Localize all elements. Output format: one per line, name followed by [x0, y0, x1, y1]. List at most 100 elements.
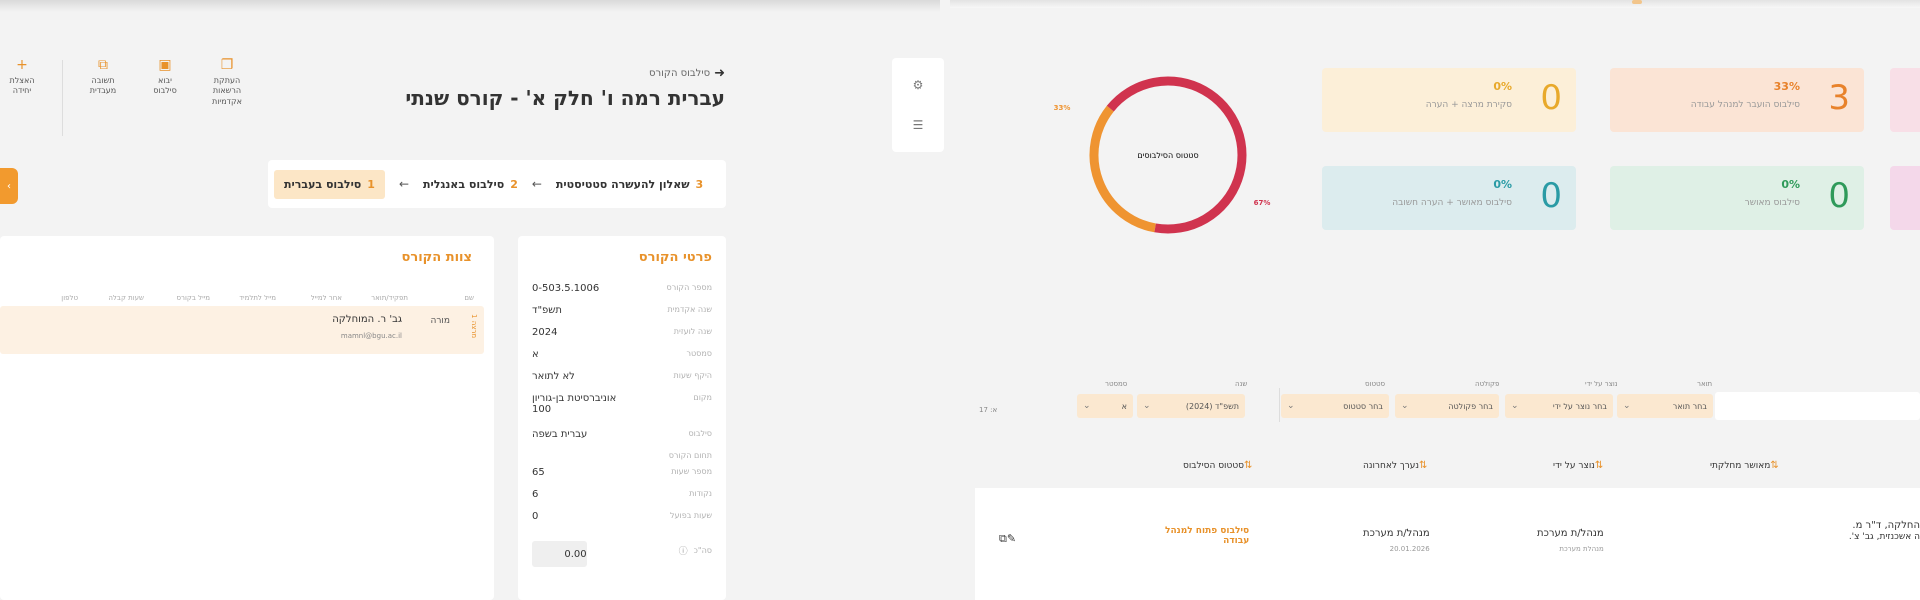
- syllabus-status-donut: סטטוס הסילבוסים 33% 67%: [1054, 76, 1271, 234]
- kpi-percent: 0%: [1781, 178, 1800, 191]
- course-details-title: פרטי הקורס: [638, 250, 712, 265]
- copy-icon: ⧉: [98, 57, 108, 73]
- chevron-down-icon: ⌄: [1287, 401, 1295, 411]
- last-edited-cell: מנהל/ת מערכת 20.01.2026: [1363, 528, 1430, 553]
- kpi-label: סקירת מרצה + הערה: [1425, 100, 1512, 110]
- member-name: גב' ר. המוחלקה: [332, 314, 402, 325]
- detail-row: היקף שעות לא לתואר: [532, 371, 712, 382]
- layers-icon: ❐: [220, 57, 234, 73]
- detail-row: שעות בפועל 0: [532, 511, 712, 522]
- side-tools-panel: ⚙ ☰: [892, 58, 944, 152]
- chevron-down-icon: ⌄: [1401, 401, 1409, 411]
- donut-slice-label: 67%: [1254, 199, 1271, 207]
- filter-status-select[interactable]: בחר סטטוס ⌄: [1281, 394, 1389, 418]
- detail-row: שנה אקדמית תשפ"ד: [532, 305, 712, 316]
- sum-field: 0.00: [532, 541, 587, 567]
- chevron-down-icon: ⌄: [1143, 401, 1151, 411]
- filter-divider: [1279, 388, 1280, 422]
- toolbar-divider: [62, 60, 63, 136]
- page-title: עברית רמה ו' חלק א' - קורס שנתי: [405, 86, 725, 110]
- filter-label: פקולטה: [1475, 380, 1500, 388]
- filters-bar: תואר בחר תואר ⌄ נוצר על ידי בחר נוצר על י…: [975, 380, 1920, 424]
- kpi-card-approved-note[interactable]: 0 0% סילבוס מאושר + הערה חשובה: [1322, 166, 1576, 230]
- sort-icon: ⇅: [1419, 460, 1428, 471]
- top-shadow-left: [0, 0, 940, 12]
- sum-row: סה"כ ⓘ 0.00: [532, 533, 712, 567]
- filter-degree-select[interactable]: בחר תואר ⌄: [1617, 394, 1713, 418]
- grid-icon: ▣: [158, 57, 172, 73]
- filter-created-by-select[interactable]: בחר נוצר על ידי ⌄: [1505, 394, 1613, 418]
- donut-slice: [1089, 105, 1156, 233]
- member-email: mamnl@bgu.ac.il: [340, 332, 402, 340]
- chevron-down-icon: ⌄: [1083, 401, 1091, 411]
- kpi-card-partial[interactable]: [1890, 68, 1920, 132]
- sort-icon: ⇅: [1244, 460, 1253, 471]
- status-cell: סילבוס פתוח למנהל עבודה: [1165, 526, 1250, 546]
- action-toolbar: + האצלת יחידה ⧉ תשובה מעבדית ▣ יבוא סילב…: [0, 56, 249, 146]
- list-icon[interactable]: ☰: [913, 118, 924, 132]
- filter-faculty-select[interactable]: בחר פקולטה ⌄: [1395, 394, 1499, 418]
- arrow-left-icon: ←: [398, 177, 409, 191]
- search-input[interactable]: [1715, 392, 1920, 420]
- donut-slice-label: 33%: [1054, 104, 1071, 112]
- breadcrumb[interactable]: ➜ סילבוס הקורס: [649, 66, 725, 81]
- kpi-card-lecturer-review[interactable]: 0 0% סקירת מרצה + הערה: [1322, 68, 1576, 132]
- team-member-row[interactable]: מרצה 1 מורה גב' ר. המוחלקה mamnl@bgu.ac.…: [0, 306, 484, 354]
- delegate-unit-button[interactable]: + האצלת יחידה: [0, 56, 44, 97]
- step-statistics-questionnaire[interactable]: 3 שאלון להעשרה סטטיסטית: [556, 178, 703, 191]
- kpi-value: 0: [1540, 176, 1562, 216]
- edit-icon[interactable]: ✎⧉: [999, 532, 1016, 546]
- dept-approvers: החלקה, ד"ר מ. ה אשכנזית, גב' צ'.: [1848, 520, 1920, 542]
- sort-icon: ⇅: [1770, 460, 1779, 471]
- filter-label: תואר: [1697, 380, 1713, 388]
- course-team-card: צוות הקורס שם תפקיד/תואר אחר למייל מייל …: [0, 236, 494, 600]
- sort-created-by[interactable]: ⇅נוצר על ידי: [1553, 460, 1607, 471]
- member-tag: מרצה 1: [470, 314, 478, 339]
- created-by-cell: מנהל/ת מערכת מנהלת מערכת: [1537, 528, 1604, 553]
- course-details-card: פרטי הקורס מספר הקורס 0-503.5.1006 שנה אק…: [518, 236, 726, 600]
- kpi-value: 3: [1828, 78, 1850, 118]
- chevron-icon: ‹: [7, 180, 11, 192]
- info-icon: ⓘ: [678, 546, 688, 557]
- results-count: א: 17: [979, 406, 998, 414]
- collapse-tab[interactable]: ‹: [0, 168, 18, 204]
- kpi-card-approved[interactable]: 0 0% סילבוס מאושר: [1610, 166, 1864, 230]
- step-english-syllabus[interactable]: 2 סילבוס באנגלית: [423, 178, 518, 191]
- filter-label: סטטוס: [1365, 380, 1386, 388]
- step-hebrew-syllabus[interactable]: 1 סילבוס בעברית: [274, 169, 385, 199]
- kpi-card-partial[interactable]: [1890, 166, 1920, 230]
- table-row[interactable]: החלקה, ד"ר מ. ה אשכנזית, גב' צ'. מנהל/ת …: [975, 488, 1920, 600]
- kpi-label: סילבוס מאושר: [1744, 198, 1800, 208]
- filter-label: נוצר על ידי: [1585, 380, 1618, 388]
- sort-icon: ⇅: [1594, 460, 1604, 471]
- detail-row: שנה לועזית 2024: [532, 327, 712, 338]
- filter-year-select[interactable]: תשפ"ד (2024) ⌄: [1137, 394, 1245, 418]
- import-syllabus-button[interactable]: ▣ יבוא סילבוס: [143, 56, 187, 97]
- chevron-down-icon: ⌄: [1623, 401, 1631, 411]
- kpi-value: 0: [1828, 176, 1850, 216]
- settings-icon[interactable]: ⚙: [913, 78, 924, 92]
- arrow-right-icon: ➜: [714, 66, 725, 81]
- team-table-header: שם תפקיד/תואר אחר למייל מייל לתלמיד מייל…: [61, 294, 474, 302]
- kpi-card-sent-to-manager[interactable]: 3 33% סילבוס הועבר למנהל עבודה: [1610, 68, 1864, 132]
- detail-row: מקום אוניברסיטת בן-גוריון 100: [532, 393, 712, 415]
- detail-row: מספר שעות 65: [532, 467, 712, 478]
- member-role: מורה: [430, 316, 450, 326]
- kpi-value: 0: [1540, 78, 1562, 118]
- detail-row: תחום הקורס: [668, 451, 712, 460]
- lab-answer-button[interactable]: ⧉ תשובה מעבדית: [81, 56, 125, 97]
- filter-label: שנה: [1235, 380, 1248, 388]
- copy-permissions-button[interactable]: ❐ העתקת הרשאות אקדמיות: [205, 56, 249, 107]
- kpi-percent: 0%: [1493, 178, 1512, 191]
- donut-center-label: סטטוס הסילבוסים: [1137, 151, 1198, 160]
- top-shadow-right: [950, 0, 1920, 8]
- kpi-label: סילבוס הועבר למנהל עבודה: [1690, 100, 1800, 110]
- filter-semester-select[interactable]: א ⌄: [1077, 394, 1133, 418]
- course-team-title: צוות הקורס: [401, 250, 472, 265]
- sort-last-edited[interactable]: ⇅נערך לאחרונה: [1363, 460, 1431, 471]
- plus-icon: +: [16, 57, 28, 73]
- sort-syllabus-status[interactable]: ⇅סטטוס הסילבוס: [1183, 460, 1256, 471]
- detail-row: סילבוס עברית בשפה: [532, 429, 712, 440]
- filter-label: סמסטר: [1105, 380, 1128, 388]
- sort-dept-approved[interactable]: ⇅מאושר מחלקתי: [1710, 460, 1783, 471]
